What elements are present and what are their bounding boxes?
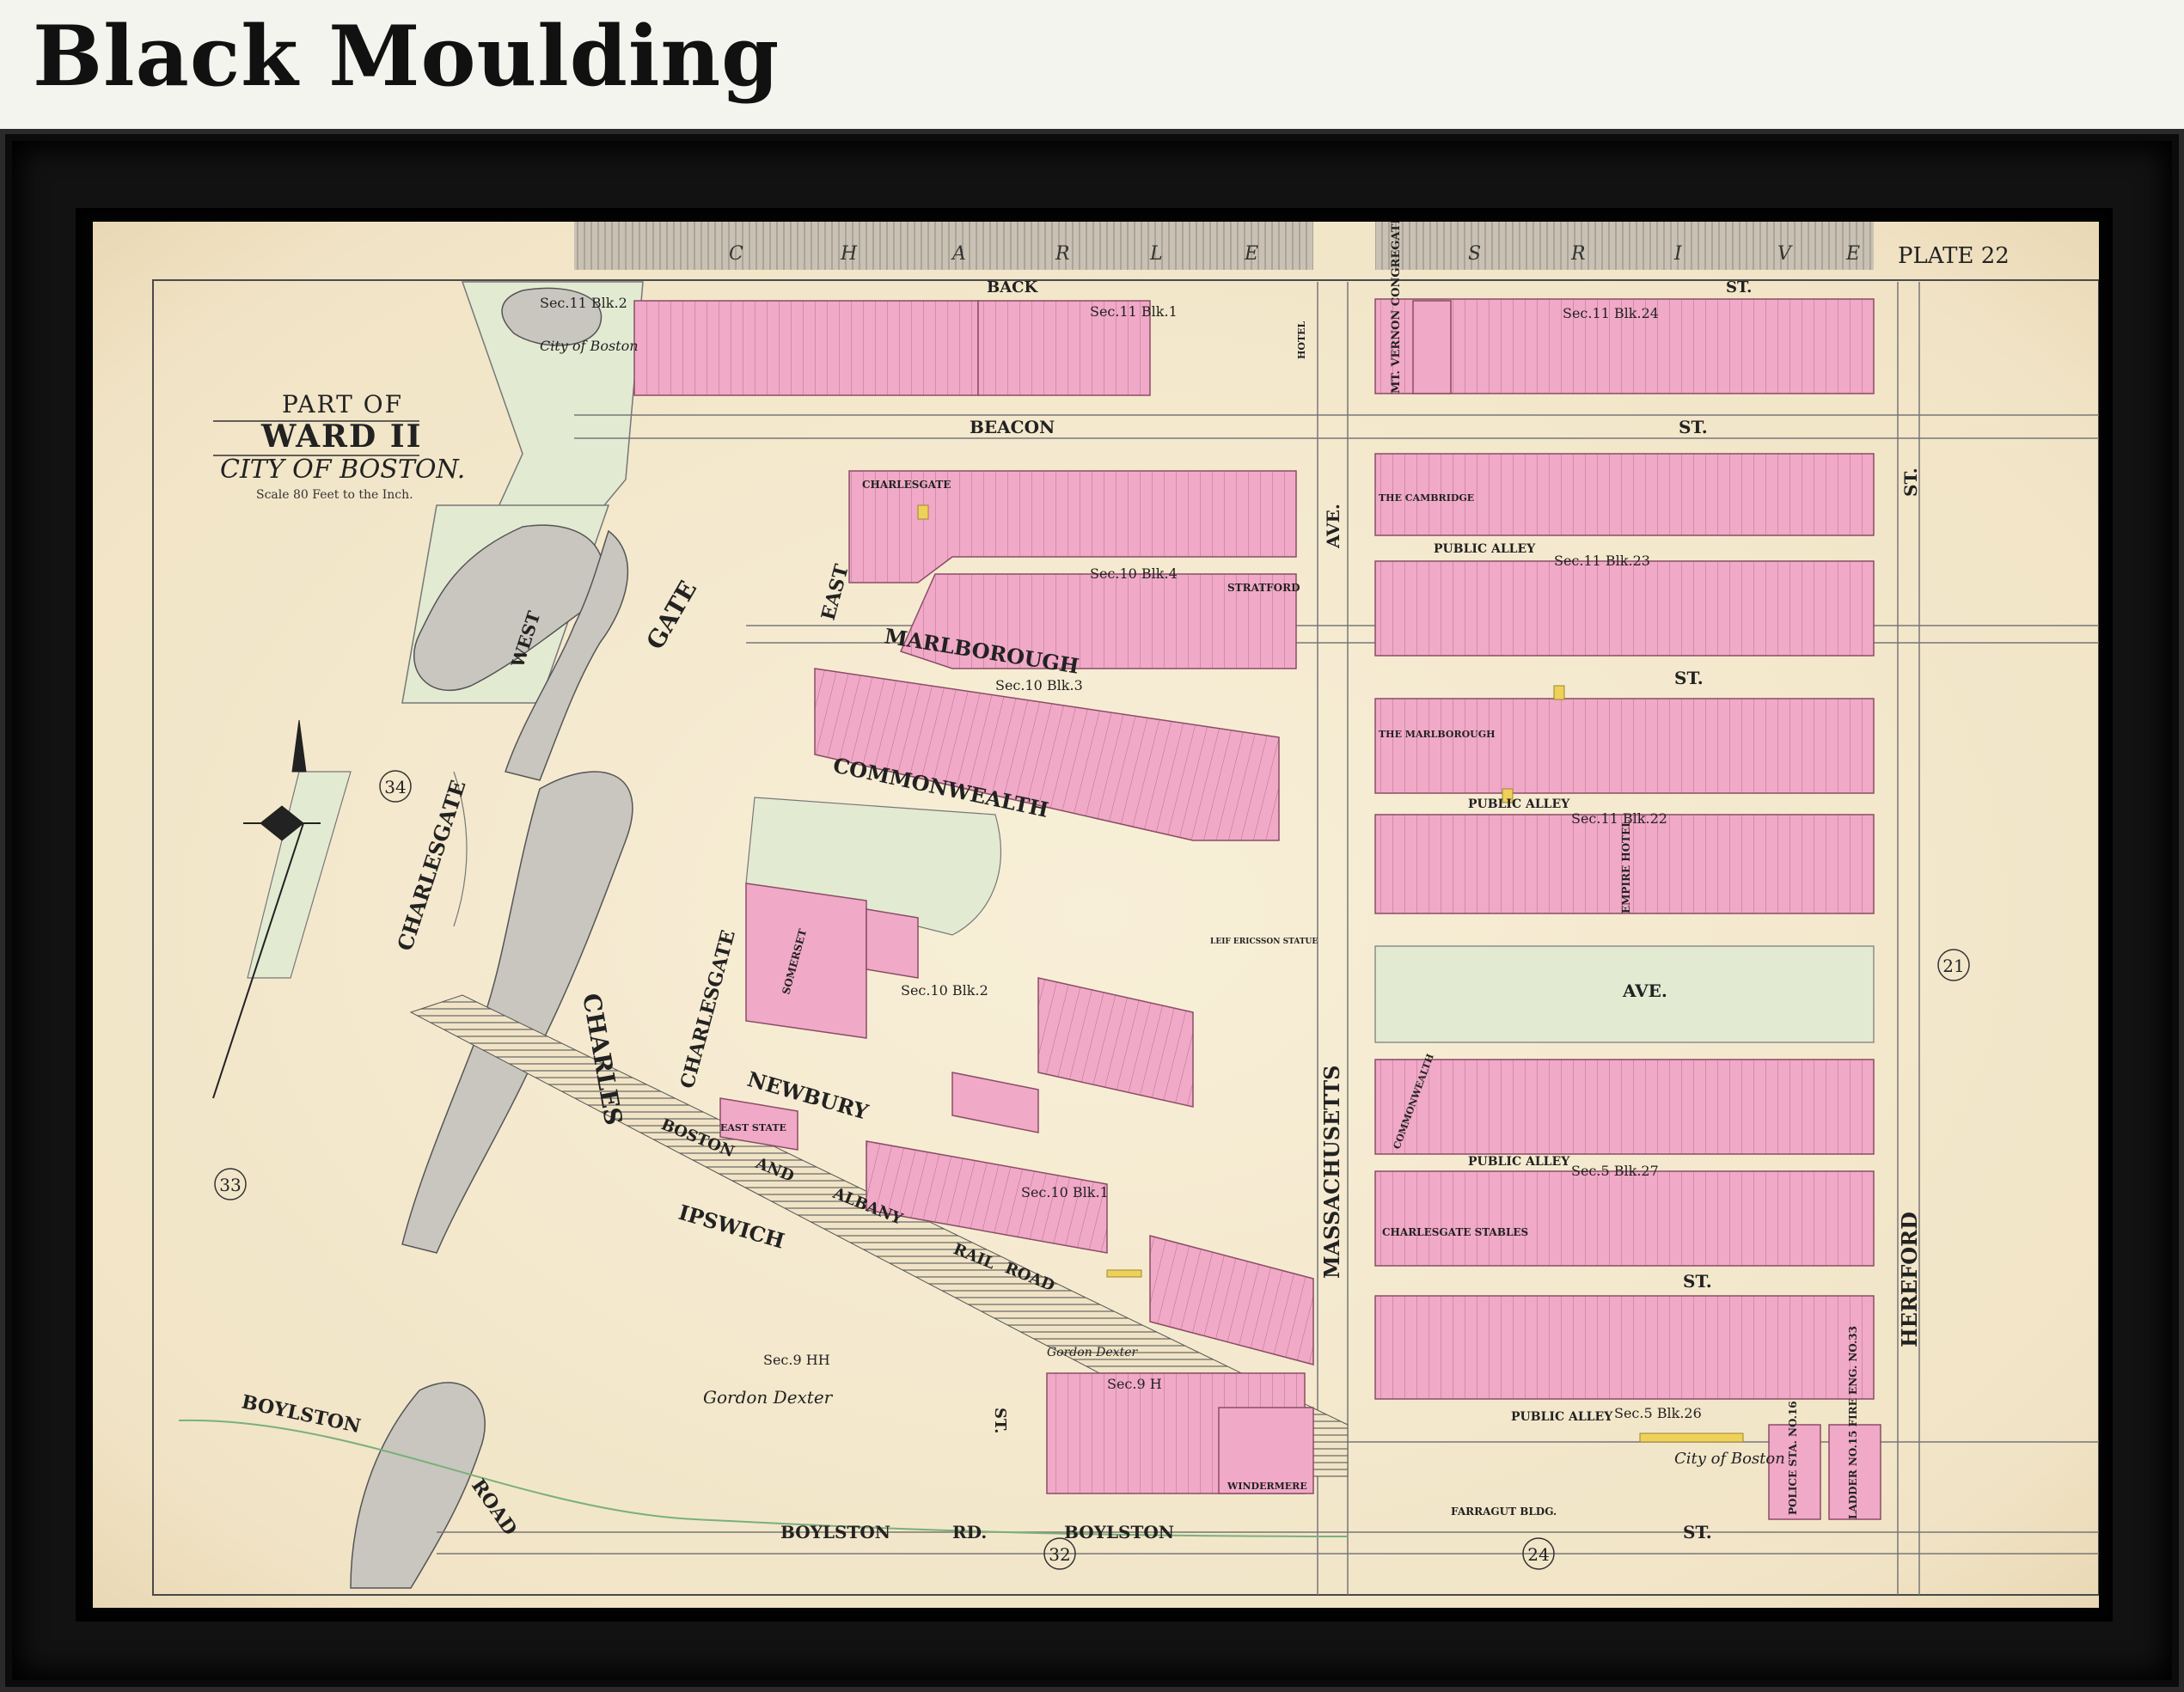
ward-number: 32 (1049, 1544, 1070, 1565)
river-letter: I (1673, 243, 1683, 265)
landmark-city-of-boston: City of Boston (1674, 1450, 1785, 1468)
street-label-rd: RD. (952, 1522, 987, 1542)
section-label: Sec.10 Blk.3 (995, 677, 1083, 693)
section-label: Sec.11 Blk.2 (540, 295, 627, 311)
section-label: Sec.9 HH (763, 1352, 830, 1368)
street-label-hereford: HEREFORD (1897, 1212, 1922, 1347)
street-label-st: ST. (1679, 417, 1708, 437)
map-svg: C H A R L E S R I V E R PLATE 22 (93, 120, 2100, 1608)
street-label-ave: AVE. (1622, 980, 1667, 1001)
ward-number: 21 (1942, 956, 1964, 976)
landmark-marlborough: THE MARLBOROUGH (1379, 729, 1496, 740)
map-print: C H A R L E S R I V E R PLATE 22 (93, 120, 2100, 1608)
cartouche-city: CITY OF BOSTON. (220, 455, 465, 485)
ward-number: 34 (384, 777, 406, 797)
section-label: Sec.9 H (1107, 1376, 1162, 1392)
ward-number: 24 (1527, 1544, 1549, 1565)
landmark-gordon-dexter: Gordon Dexter (703, 1387, 834, 1408)
river-letter: E (1845, 243, 1860, 265)
river-letter: H (840, 243, 858, 265)
street-label-st: ST. (991, 1408, 1009, 1433)
street-label-st: ST. (1726, 278, 1752, 296)
street-label-back: BACK (987, 278, 1039, 296)
section-label: Sec.10 Blk.4 (1090, 565, 1178, 582)
street-label-public-alley: PUBLIC ALLEY (1511, 1410, 1613, 1424)
landmark-farragut: FARRAGUT BLDG. (1451, 1506, 1557, 1518)
river-letter: S (1468, 243, 1481, 265)
landmark-cambridge: THE CAMBRIDGE (1379, 492, 1474, 504)
street-label-st: ST. (1683, 1522, 1712, 1542)
street-label-st: ST. (1674, 668, 1704, 688)
river-letter: C (729, 243, 743, 265)
street-label-st: ST. (1683, 1271, 1712, 1292)
landmark-ladder: LADDER NO.15 FIRE ENG. NO.33 (1847, 1326, 1859, 1519)
landmark-empire-hotel: EMPIRE HOTEL (1620, 820, 1632, 913)
river-letter: A (951, 243, 966, 265)
section-label: Sec.11 Blk.1 (1090, 303, 1178, 320)
street-label-public-alley: PUBLIC ALLEY (1468, 1155, 1570, 1169)
landmark-city-of-boston: City of Boston (540, 338, 639, 354)
landmark-charlesgate-stables: CHARLESGATE STABLES (1382, 1226, 1528, 1238)
river-letter: R (1055, 243, 1070, 265)
river-letter: V (1777, 243, 1793, 265)
street-label-st: ST. (1900, 467, 1921, 497)
landmark-gordon-dexter: Gordon Dexter (1047, 1346, 1138, 1359)
landmark-windermere: WINDERMERE (1227, 1481, 1307, 1492)
section-label: Sec.10 Blk.1 (1021, 1184, 1109, 1200)
section-label: Sec.11 Blk.24 (1563, 305, 1659, 321)
plate-number: PLATE 22 (1898, 243, 2010, 269)
page-header: Black Moulding (0, 0, 2184, 129)
cartouche-scale: Scale 80 Feet to the Inch. (256, 488, 413, 502)
landmark-stratford: STRATFORD (1227, 582, 1300, 594)
cartouche-ward: WARD II (260, 418, 422, 455)
landmark-hotel: HOTEL (1296, 321, 1307, 359)
street-label-beacon: BEACON (970, 417, 1055, 437)
river-letter: R (1570, 243, 1586, 265)
landmark-police: POLICE STA. NO.16 (1787, 1401, 1799, 1515)
street-label-ave: AVE. (1323, 504, 1343, 549)
section-label: Sec.5 Blk.26 (1614, 1405, 1702, 1421)
street-label-public-alley: PUBLIC ALLEY (1434, 542, 1536, 556)
landmark-ericsson: LEIF ERICSSON STATUE (1210, 938, 1318, 946)
street-label-massachusetts: MASSACHUSETTS (1319, 1066, 1344, 1279)
river-letter: L (1149, 243, 1163, 265)
charles-river-band: C H A R L E S R I V E R (574, 222, 1874, 270)
street-label-boylston: BOYLSTON (1064, 1522, 1174, 1542)
street-label-public-alley: PUBLIC ALLEY (1468, 797, 1570, 811)
cartouche-part-of: PART OF (282, 390, 403, 418)
section-label: Sec.11 Blk.22 (1571, 810, 1667, 827)
ward-number: 33 (219, 1175, 241, 1195)
section-label: Sec.5 Blk.27 (1571, 1163, 1659, 1179)
section-label: Sec.11 Blk.23 (1554, 553, 1650, 569)
section-label: Sec.10 Blk.2 (901, 982, 988, 999)
page-title: Black Moulding (33, 8, 780, 105)
landmark-mt-vernon: MT. VERNON CONGREGATIONAL CHURCH (1390, 222, 1403, 394)
landmark-east-state: EAST STATE (720, 1122, 786, 1133)
river-letter: E (1244, 243, 1258, 265)
landmark-charlesgate: CHARLESGATE (862, 479, 951, 491)
street-label-boylston-rd: BOYLSTON (780, 1522, 890, 1542)
